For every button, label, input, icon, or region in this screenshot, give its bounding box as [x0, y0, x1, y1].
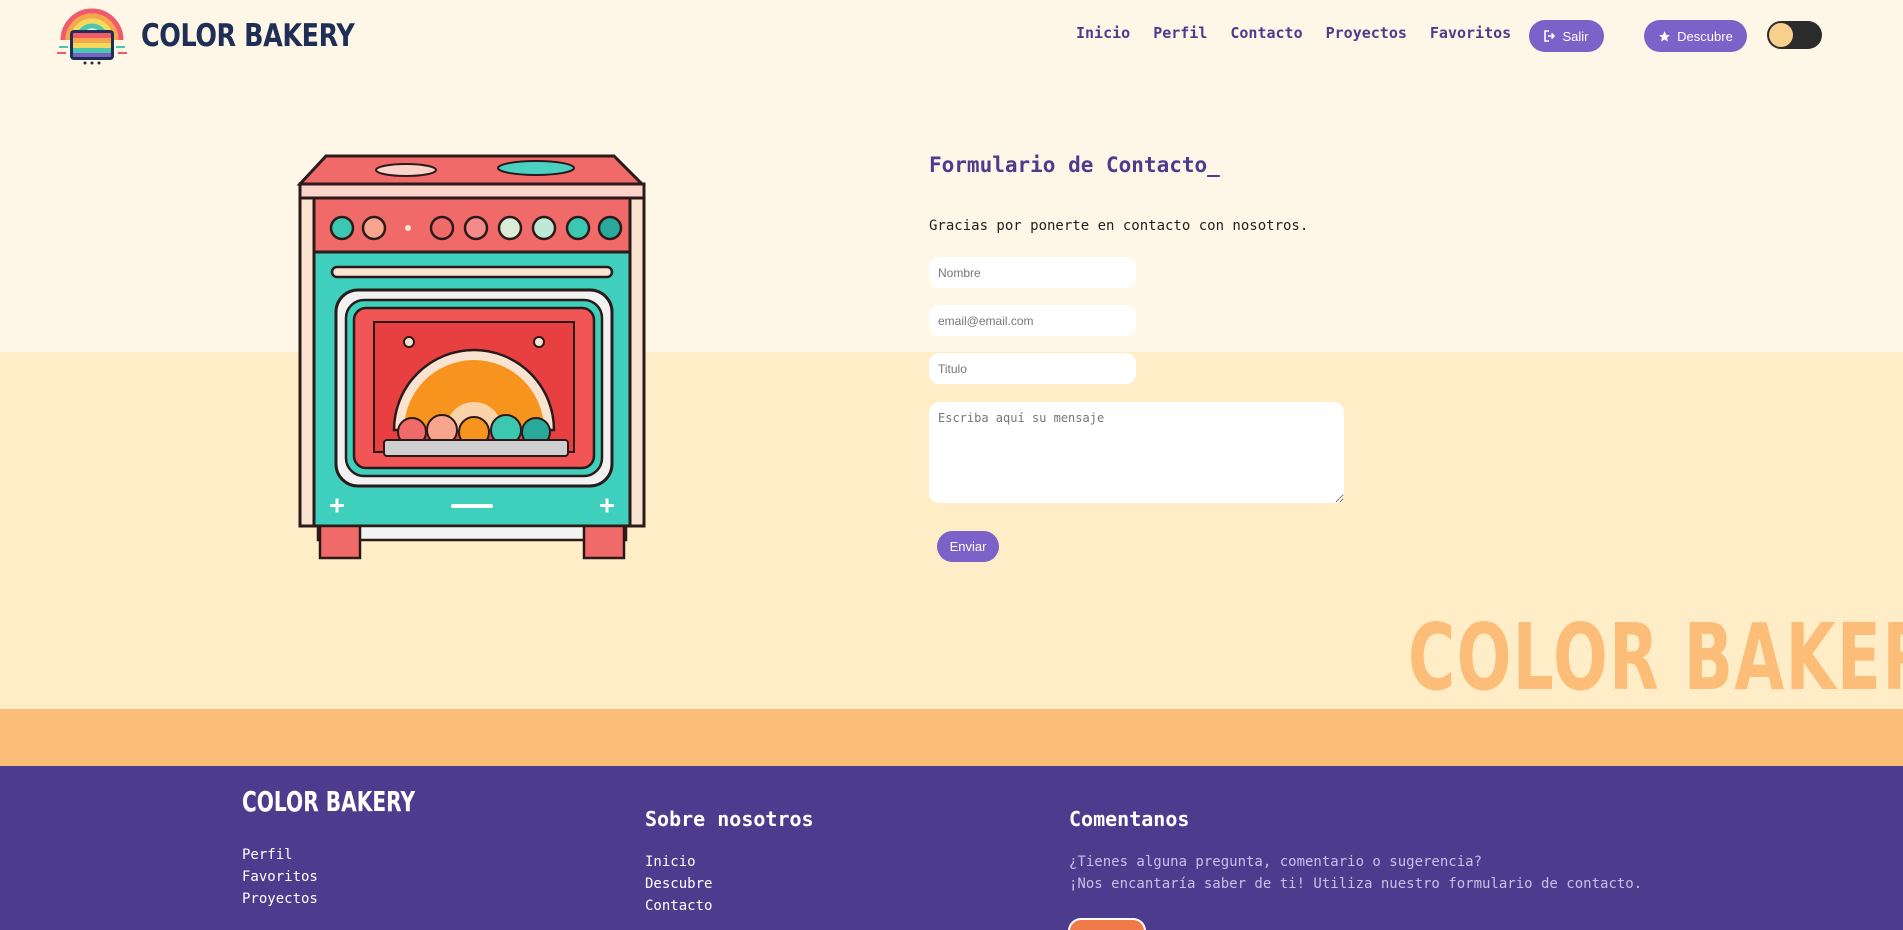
footer-link-descubre[interactable]: Descubre [645, 873, 814, 895]
sign-out-icon [1544, 30, 1556, 42]
nav-proyectos[interactable]: Proyectos [1326, 24, 1407, 42]
mensaje-textarea[interactable] [929, 402, 1344, 503]
footer-link-perfil[interactable]: Perfil [242, 844, 318, 866]
brand-name: COLOR BAKERY [141, 18, 355, 54]
footer-link-proyectos[interactable]: Proyectos [242, 888, 318, 910]
rainbow-cake-logo-icon [57, 8, 127, 65]
brand-logo[interactable]: COLOR BAKERY [55, 6, 401, 66]
theme-toggle[interactable] [1767, 21, 1822, 49]
form-subtitle: Gracias por ponerte en contacto con noso… [929, 218, 1309, 234]
orange-band [0, 709, 1903, 766]
footer-comment: Comentanos ¿Tienes alguna pregunta, come… [1069, 807, 1642, 895]
descubre-label: Descubre [1677, 28, 1733, 44]
salir-label: Salir [1562, 28, 1589, 44]
footer-comment-title: Comentanos [1069, 807, 1190, 831]
footer-link-favoritos[interactable]: Favoritos [242, 866, 318, 888]
nav-inicio[interactable]: Inicio [1076, 24, 1130, 42]
footer-about: Sobre nosotros Inicio Descubre Contacto [645, 807, 814, 917]
toggle-knob [1769, 23, 1793, 47]
salir-button[interactable]: Salir [1529, 20, 1604, 52]
nav-contacto[interactable]: Contacto [1230, 24, 1302, 42]
footer-link-contacto[interactable]: Contacto [645, 895, 814, 917]
footer-about-title: Sobre nosotros [645, 807, 814, 831]
enviar-button[interactable]: Enviar [937, 531, 999, 562]
footer-comment-line2: ¡Nos encantaría saber de ti! Utiliza nue… [1069, 876, 1643, 892]
brand-watermark: COLOR BAKERY [1408, 604, 1903, 711]
email-input[interactable] [929, 305, 1136, 336]
footer-link-inicio[interactable]: Inicio [645, 851, 814, 873]
footer-links: Perfil Favoritos Proyectos [242, 844, 318, 910]
footer-comment-line1: ¿Tienes alguna pregunta, comentario o su… [1069, 854, 1483, 870]
form-title: Formulario de Contacto_ [929, 153, 1220, 177]
star-icon [1659, 30, 1671, 42]
titulo-input[interactable] [929, 353, 1136, 384]
nombre-input[interactable] [929, 257, 1136, 288]
main-nav: Inicio Perfil Contacto Proyectos Favorit… [1076, 24, 1534, 42]
nav-perfil[interactable]: Perfil [1153, 24, 1207, 42]
oven-illustration [296, 154, 646, 560]
nav-favoritos[interactable]: Favoritos [1430, 24, 1511, 42]
footer-brand[interactable]: COLOR BAKERY [242, 785, 415, 818]
descubre-button[interactable]: Descubre [1644, 20, 1747, 52]
footer-contact-button[interactable] [1068, 918, 1146, 930]
